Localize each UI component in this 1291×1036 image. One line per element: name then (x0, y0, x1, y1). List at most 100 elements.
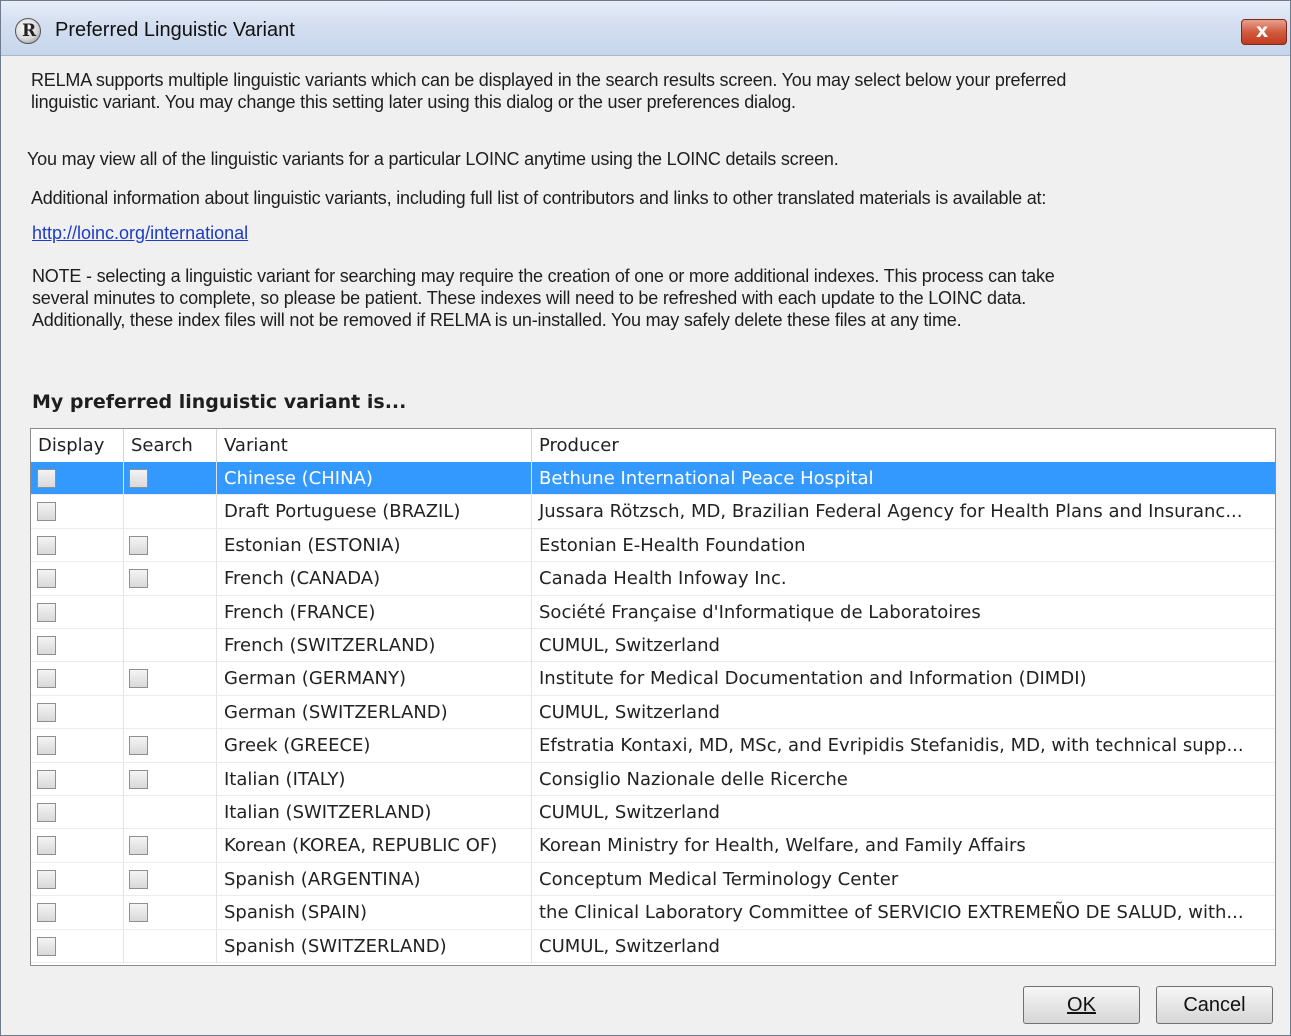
search-cell (124, 762, 217, 796)
producer-cell: Bethune International Peace Hospital (539, 468, 874, 489)
search-cell (124, 662, 217, 696)
search-cell (124, 796, 217, 829)
variant-cell: Italian (SWITZERLAND) (217, 796, 532, 829)
table-row[interactable]: Korean (KOREA, REPUBLIC OF) Korean Minist… (31, 829, 1275, 863)
variant-grid: Display Search Variant Producer Chinese … (30, 428, 1276, 966)
intro-text-line1: RELMA supports multiple linguistic varia… (31, 70, 1067, 90)
variant-cell: Chinese (CHINA) (217, 462, 532, 495)
display-cell (31, 662, 124, 696)
table-row[interactable]: Greek (GREECE) Efstratia Kontaxi, MD, MSc… (31, 729, 1275, 763)
table-row[interactable]: French (FRANCE) Société Française d'Infor… (31, 595, 1275, 629)
table-row[interactable]: French (CANADA) Canada Health Infoway Inc… (31, 562, 1275, 596)
search-cell (124, 528, 217, 562)
producer-cell: Estonian E-Health Foundation (539, 534, 806, 556)
ok-button-label: OK (1067, 994, 1096, 1016)
display-cell (31, 495, 124, 529)
display-checkbox[interactable] (37, 602, 56, 622)
table-row[interactable]: Chinese (CHINA) Bethune International Pea… (31, 462, 1275, 496)
variant-cell: Spanish (ARGENTINA) (217, 862, 532, 896)
title-bar[interactable]: R Preferred Linguistic Variant x (1, 1, 1290, 56)
column-header-variant[interactable]: Variant (217, 429, 532, 462)
variant-cell: French (SWITZERLAND) (217, 629, 532, 662)
variant-cell: Estonian (ESTONIA) (217, 528, 532, 562)
variant-cell: Spanish (SWITZERLAND) (217, 929, 532, 963)
table-row[interactable]: Spanish (SPAIN) the Clinical Laboratory C… (31, 896, 1275, 930)
display-cell (31, 562, 124, 596)
producer-cell: CUMUL, Switzerland (539, 635, 720, 656)
display-cell (31, 695, 124, 729)
display-cell (31, 862, 124, 896)
search-checkbox[interactable] (129, 869, 148, 889)
grid-heading: My preferred linguistic variant is... (32, 391, 407, 413)
display-checkbox[interactable] (37, 569, 56, 589)
producer-cell: Canada Health Infoway Inc. (539, 568, 787, 590)
search-checkbox[interactable] (129, 469, 148, 488)
international-link[interactable]: http://loinc.org/international (32, 223, 248, 244)
search-cell (124, 695, 217, 729)
table-row[interactable]: French (SWITZERLAND) CUMUL, Switzerland (31, 629, 1275, 663)
producer-cell: CUMUL, Switzerland (539, 802, 720, 823)
column-header-search[interactable]: Search (124, 429, 217, 462)
variant-cell: German (GERMANY) (217, 662, 532, 696)
search-cell (124, 595, 217, 629)
search-cell (124, 729, 217, 763)
column-header-producer[interactable]: Producer (532, 429, 1275, 462)
display-checkbox[interactable] (37, 502, 56, 522)
column-header-display[interactable]: Display (31, 429, 124, 462)
display-cell (31, 629, 124, 662)
table-row[interactable]: Italian (ITALY) Consiglio Nazionale delle… (31, 762, 1275, 796)
display-cell (31, 829, 124, 863)
display-checkbox[interactable] (37, 636, 56, 655)
table-row[interactable]: Draft Portuguese (BRAZIL) Jussara Rötzsch… (31, 495, 1275, 529)
table-row[interactable]: Estonian (ESTONIA) Estonian E-Health Foun… (31, 528, 1275, 563)
search-checkbox[interactable] (129, 836, 148, 856)
intro-text-line2: linguistic variant. You may change this … (31, 92, 796, 112)
search-cell (124, 495, 217, 529)
producer-cell: the Clinical Laboratory Committee of SER… (539, 902, 1244, 924)
display-cell (31, 762, 124, 796)
search-cell (124, 862, 217, 896)
search-checkbox[interactable] (129, 769, 148, 789)
variant-cell: French (CANADA) (217, 562, 532, 596)
table-row[interactable]: Spanish (ARGENTINA) Conceptum Medical Ter… (31, 862, 1275, 897)
search-checkbox[interactable] (129, 669, 148, 689)
display-checkbox[interactable] (37, 803, 56, 822)
cancel-button[interactable]: Cancel (1156, 986, 1273, 1024)
close-button[interactable]: x (1241, 19, 1287, 45)
search-cell (124, 896, 217, 930)
search-cell (124, 462, 217, 495)
additional-info-text: Additional information about linguistic … (31, 188, 1047, 208)
producer-cell: Conceptum Medical Terminology Center (539, 868, 899, 890)
display-checkbox[interactable] (37, 469, 56, 488)
note-text-line1: NOTE - selecting a linguistic variant fo… (32, 266, 1055, 286)
details-text: You may view all of the linguistic varia… (27, 149, 839, 169)
display-cell (31, 796, 124, 829)
search-checkbox[interactable] (129, 736, 148, 756)
table-row[interactable]: German (SWITZERLAND) CUMUL, Switzerland (31, 695, 1275, 730)
table-row[interactable]: Spanish (SWITZERLAND) CUMUL, Switzerland (31, 929, 1275, 963)
display-checkbox[interactable] (37, 736, 56, 756)
search-checkbox[interactable] (129, 903, 148, 923)
search-checkbox[interactable] (129, 569, 148, 589)
producer-cell: Efstratia Kontaxi, MD, MSc, and Evripidi… (539, 735, 1244, 757)
display-checkbox[interactable] (37, 669, 56, 689)
display-checkbox[interactable] (37, 869, 56, 889)
search-checkbox[interactable] (129, 535, 148, 555)
table-row[interactable]: German (GERMANY) Institute for Medical Do… (31, 662, 1275, 696)
variant-cell: Spanish (SPAIN) (217, 896, 532, 930)
dialog-window: R Preferred Linguistic Variant x RELMA s… (0, 0, 1291, 1036)
producer-cell: CUMUL, Switzerland (539, 935, 720, 957)
table-row[interactable]: Italian (SWITZERLAND) CUMUL, Switzerland (31, 796, 1275, 830)
display-checkbox[interactable] (37, 769, 56, 789)
display-checkbox[interactable] (37, 903, 56, 923)
ok-button[interactable]: OK (1023, 986, 1140, 1024)
producer-cell: CUMUL, Switzerland (539, 701, 720, 723)
search-cell (124, 562, 217, 596)
display-checkbox[interactable] (37, 836, 56, 856)
producer-cell: Société Française d'Informatique de Labo… (539, 601, 981, 623)
display-checkbox[interactable] (37, 702, 56, 722)
variant-cell: Greek (GREECE) (217, 729, 532, 763)
display-checkbox[interactable] (37, 936, 56, 956)
variant-cell: German (SWITZERLAND) (217, 695, 532, 729)
display-checkbox[interactable] (37, 535, 56, 555)
